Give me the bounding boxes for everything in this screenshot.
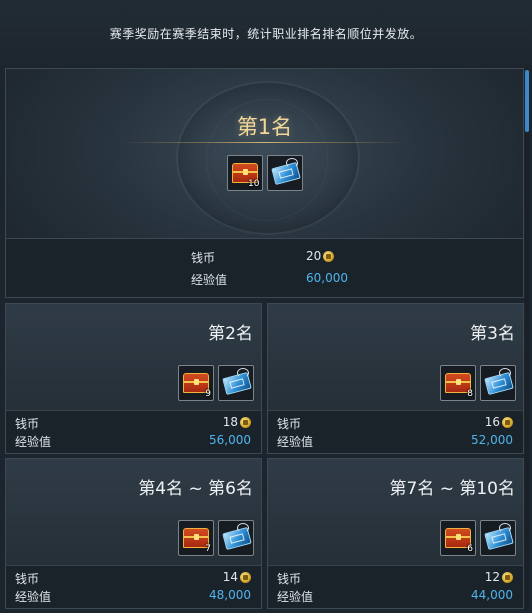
coin-value: 16	[485, 415, 513, 429]
ticket-hook-icon	[237, 523, 249, 533]
reward-notice-text: 赛季奖励在赛季结束时，统计职业排名排名顺位并发放。	[109, 26, 423, 41]
coin-label: 钱币	[191, 251, 216, 265]
reward-stats: 钱币 18 经验值 56,000	[6, 410, 261, 453]
reward-stats: 钱币 14 经验值 48,000	[6, 565, 261, 608]
coin-value: 14	[223, 570, 251, 584]
coin-label: 钱币	[15, 417, 40, 431]
reward-slot-chest[interactable]: 9	[178, 365, 214, 401]
item-count: 7	[205, 544, 211, 554]
item-count: 8	[467, 389, 473, 399]
reward-card-rank-4-6: 第4名 ~ 第6名 7 钱币 14 经验值 48,000	[5, 458, 262, 609]
item-count: 9	[205, 389, 211, 399]
title-divider	[121, 142, 408, 143]
reward-notice: 赛季奖励在赛季结束时，统计职业排名排名顺位并发放。	[0, 0, 532, 66]
item-count: 6	[467, 544, 473, 554]
reward-card-rank-7-10: 第7名 ~ 第10名 6 钱币 12 经验值 44,000	[267, 458, 524, 609]
reward-card-rank-1: 第1名 10 钱币 20 经验值 60,000	[5, 68, 524, 298]
coin-label: 钱币	[15, 572, 40, 586]
rank-title: 第1名	[236, 115, 293, 139]
rank-title: 第7名 ~ 第10名	[389, 479, 516, 499]
coin-label: 钱币	[277, 572, 302, 586]
reward-slot-ticket[interactable]	[480, 520, 516, 556]
exp-value: 48,000	[209, 588, 251, 602]
exp-value: 44,000	[471, 588, 513, 602]
reward-slot-ticket[interactable]	[218, 365, 254, 401]
reward-items: 9	[178, 365, 254, 401]
exp-label: 经验值	[15, 590, 52, 604]
gold-coin-icon	[240, 571, 251, 583]
gold-coin-icon	[240, 416, 251, 428]
reward-items: 7	[178, 520, 254, 556]
item-count: 10	[248, 179, 260, 189]
reward-items: 8	[440, 365, 516, 401]
reward-slot-chest[interactable]: 8	[440, 365, 476, 401]
reward-slot-chest[interactable]: 10	[226, 155, 263, 191]
reward-card-rank-2: 第2名 9 钱币 18 经验值 56,000	[5, 303, 262, 454]
exp-label: 经验值	[15, 435, 52, 449]
ticket-hook-icon	[499, 368, 511, 378]
rank-title: 第3名	[470, 324, 515, 344]
reward-slot-ticket[interactable]	[480, 365, 516, 401]
ticket-hook-icon	[285, 158, 298, 168]
reward-slot-chest[interactable]: 6	[440, 520, 476, 556]
reward-slot-ticket[interactable]	[266, 155, 303, 191]
coin-value: 20	[306, 249, 335, 263]
reward-stats: 钱币 12 经验值 44,000	[268, 565, 523, 608]
rank-title: 第4名 ~ 第6名	[138, 479, 253, 499]
reward-items: 6	[440, 520, 516, 556]
rank-title: 第2名	[208, 324, 253, 344]
gold-coin-icon	[502, 416, 513, 428]
exp-label: 经验值	[277, 435, 314, 449]
ticket-hook-icon	[499, 523, 511, 533]
exp-value: 52,000	[471, 433, 513, 447]
exp-label: 经验值	[191, 273, 228, 287]
gold-coin-icon	[323, 250, 335, 262]
gold-coin-icon	[502, 571, 513, 583]
coin-value: 12	[485, 570, 513, 584]
reward-stats: 钱币 16 经验值 52,000	[268, 410, 523, 453]
reward-items: 10	[6, 155, 523, 191]
reward-card-rank-3: 第3名 8 钱币 16 经验值 52,000	[267, 303, 524, 454]
reward-stats: 钱币 20 经验值 60,000	[6, 238, 523, 297]
scrollbar[interactable]	[525, 68, 529, 610]
reward-slot-ticket[interactable]	[218, 520, 254, 556]
coin-value: 18	[223, 415, 251, 429]
coin-label: 钱币	[277, 417, 302, 431]
scrollbar-thumb[interactable]	[525, 70, 529, 132]
exp-value: 56,000	[209, 433, 251, 447]
reward-slot-chest[interactable]: 7	[178, 520, 214, 556]
exp-label: 经验值	[277, 590, 314, 604]
ticket-hook-icon	[237, 368, 249, 378]
exp-value: 60,000	[306, 271, 348, 285]
